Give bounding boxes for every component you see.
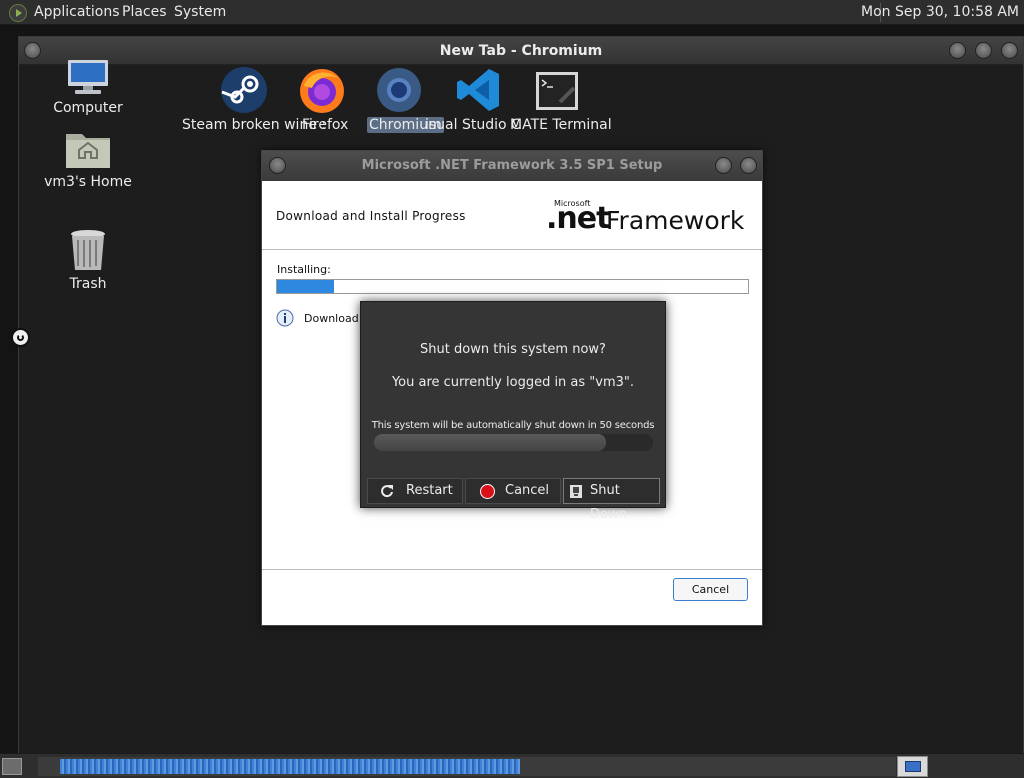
launcher-terminal[interactable]: MATE Terminal <box>510 66 612 133</box>
launcher-firefox[interactable]: Firefox <box>298 66 348 133</box>
computer-icon <box>68 60 108 94</box>
desktop-icon-label: Computer <box>53 100 123 116</box>
desktop-icon-computer[interactable]: Computer <box>33 60 143 116</box>
minimize-button[interactable] <box>949 42 966 59</box>
menu-applications[interactable]: Applications <box>34 4 120 20</box>
restart-label: Restart <box>406 483 453 498</box>
dialog-title: Microsoft .NET Framework 3.5 SP1 Setup <box>361 158 663 173</box>
auto-shutdown-text: This system will be automatically shut d… <box>371 420 655 431</box>
launcher-vscode[interactable]: isual Studio C <box>425 66 521 133</box>
launcher-label: Firefox <box>302 117 349 133</box>
menu-places[interactable]: Places <box>122 4 167 20</box>
bottom-panel <box>0 753 1024 778</box>
window-titlebar[interactable]: New Tab - Chromium <box>19 37 1023 65</box>
info-icon <box>276 309 294 327</box>
cancel-label: Cancel <box>505 483 550 498</box>
shutdown-button[interactable]: Shut Down <box>563 478 660 522</box>
firefox-icon <box>300 69 344 113</box>
stop-icon <box>480 484 495 499</box>
dialog-minimize-button[interactable] <box>715 157 732 174</box>
show-desktop-icon[interactable] <box>2 758 22 775</box>
dialog-header: Download and Install Progress Microsoft … <box>262 181 762 250</box>
dialog-menu-button[interactable] <box>269 157 286 174</box>
restart-button[interactable]: Restart <box>367 478 463 504</box>
launcher-label: MATE Terminal <box>510 117 612 133</box>
installing-label: Installing: <box>277 263 331 276</box>
countdown-fill <box>374 434 606 451</box>
install-progress-fill <box>277 280 334 293</box>
launcher-label: isual Studio C <box>425 117 521 133</box>
taskbar-entry[interactable] <box>60 759 520 774</box>
install-progress-bar <box>276 279 749 294</box>
shutdown-question: Shut down this system now? <box>420 342 606 357</box>
menu-system[interactable]: System <box>174 4 226 20</box>
logo-net: .net <box>546 201 610 236</box>
top-panel: Applications Places System Mon Sep 30, 1… <box>0 0 1024 25</box>
shutdown-label: Shut Down <box>590 483 627 522</box>
desktop-icon-label: Trash <box>69 276 107 292</box>
maximize-button[interactable] <box>975 42 992 59</box>
desktop-icon-label: vm3's Home <box>44 174 132 190</box>
desktop-icon-home[interactable]: vm3's Home <box>33 128 143 190</box>
shutdown-icon <box>570 485 582 498</box>
vscode-icon <box>457 69 499 111</box>
home-folder-icon <box>66 134 110 168</box>
taskbar[interactable] <box>38 757 896 776</box>
launcher-chromium[interactable]: Chromium <box>367 66 444 133</box>
net-framework-logo: Microsoft .net Framework <box>546 199 746 239</box>
terminal-icon <box>536 72 578 110</box>
cancel-shutdown-button[interactable]: Cancel <box>465 478 561 504</box>
download-status: Download <box>304 312 359 325</box>
logged-in-text: You are currently logged in as "vm3". <box>391 375 635 390</box>
logo-framework: Framework <box>606 206 745 235</box>
trash-icon <box>71 230 105 270</box>
steam-icon <box>221 67 267 113</box>
launcher-steam[interactable]: Steam broken wine : <box>182 66 326 133</box>
restart-icon <box>381 485 393 498</box>
close-button[interactable] <box>1001 42 1018 59</box>
mate-menu-icon[interactable] <box>9 4 27 22</box>
countdown-bar <box>374 434 653 451</box>
chromium-icon <box>377 68 421 112</box>
workspace-window-icon <box>905 761 921 772</box>
desktop-icon-trash[interactable]: Trash <box>33 228 143 292</box>
cancel-button[interactable]: Cancel <box>673 578 748 601</box>
clock[interactable]: Mon Sep 30, 10:58 AM <box>861 4 1019 20</box>
window-title: New Tab - Chromium <box>439 43 603 59</box>
footer-divider <box>262 569 762 570</box>
workspace-switcher[interactable] <box>897 756 928 777</box>
header-title: Download and Install Progress <box>276 209 466 223</box>
shutdown-dialog: Shut down this system now? You are curre… <box>360 301 666 522</box>
dialog-close-button[interactable] <box>740 157 757 174</box>
side-handle-icon[interactable] <box>11 328 30 347</box>
dialog-titlebar[interactable]: Microsoft .NET Framework 3.5 SP1 Setup <box>262 151 762 181</box>
